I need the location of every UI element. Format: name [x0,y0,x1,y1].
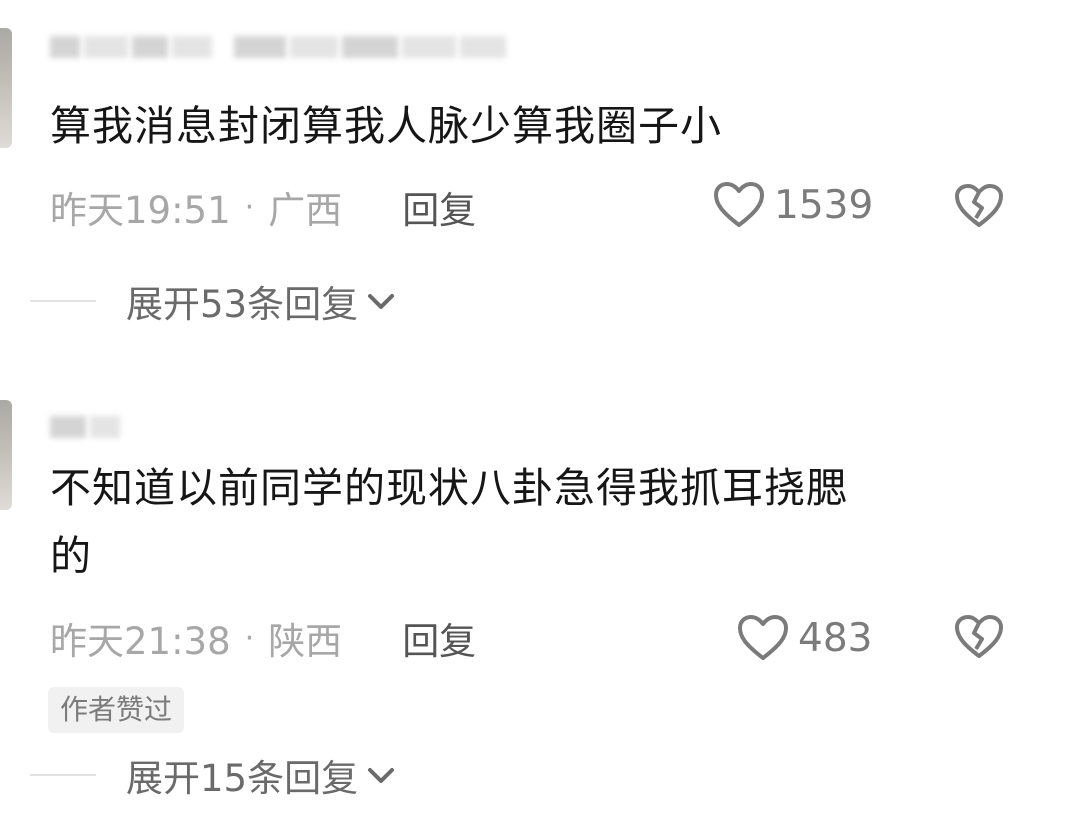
broken-heart-icon [955,184,1003,227]
comment-time: 昨天21:38 [50,620,231,663]
comment-meta: 昨天21:38 · 陕西 回复 [50,613,1060,663]
comment-item: 不知道以前同学的现状八卦急得我抓耳挠腮 的 昨天21:38 · 陕西 回复 48… [0,390,1071,814]
dislike-button[interactable] [952,613,1006,665]
comment-region: 陕西 [268,620,343,663]
broken-heart-icon [955,615,1003,658]
chevron-down-icon [368,294,395,309]
meta-separator: · [244,620,255,656]
comment-item: 算我消息封闭算我人脉少算我圈子小 昨天19:51 · 广西 回复 1539 展开… [0,0,1071,340]
reply-button[interactable]: 回复 [402,611,476,665]
divider-line [30,300,96,302]
expand-replies-button[interactable]: 展开53条回复 [30,276,396,326]
comment-meta: 昨天19:51 · 广西 回复 [50,182,1060,232]
chevron-down-icon [368,768,395,783]
reply-button[interactable]: 回复 [402,180,476,234]
expand-replies-label: 展开15条回复 [126,757,359,800]
avatar[interactable] [0,28,12,148]
username-blurred[interactable] [50,404,120,450]
heart-outline-icon [714,182,764,227]
expand-replies-button[interactable]: 展开15条回复 [30,750,396,800]
comment-text: 算我消息封闭算我人脉少算我圈子小 [50,102,722,150]
meta-separator: · [244,189,255,225]
author-liked-badge: 作者赞过 [48,687,185,733]
divider-line [30,774,96,776]
comment-region: 广西 [268,189,343,232]
like-button[interactable]: 1539 [712,180,873,230]
heart-outline-icon [738,615,788,660]
username-blurred[interactable] [50,24,506,70]
comment-list: 算我消息封闭算我人脉少算我圈子小 昨天19:51 · 广西 回复 1539 展开… [0,0,1071,814]
comment-text: 不知道以前同学的现状八卦急得我抓耳挠腮 的 [50,464,848,580]
expand-replies-label: 展开53条回复 [126,283,359,326]
like-count: 1539 [774,182,874,228]
like-count: 483 [798,615,873,661]
like-button[interactable]: 483 [736,613,872,663]
dislike-button[interactable] [952,182,1006,234]
avatar[interactable] [0,400,12,510]
comment-time: 昨天19:51 [50,189,231,232]
